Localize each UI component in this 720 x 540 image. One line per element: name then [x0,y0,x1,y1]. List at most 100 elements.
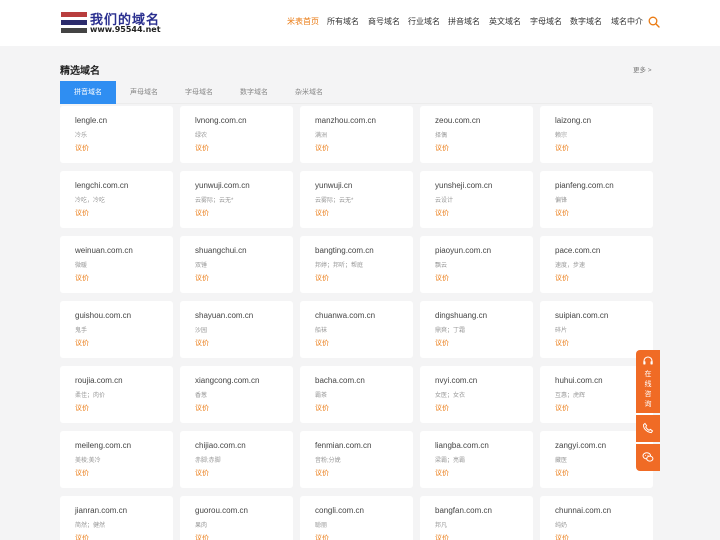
domain-price[interactable]: 议价 [435,208,449,218]
domain-price[interactable]: 议价 [555,403,569,413]
domain-name[interactable]: dingshuang.cn [435,311,487,320]
domain-price[interactable]: 议价 [315,208,329,218]
domain-card[interactable]: meileng.com.cn 美棱;美冷 议价 [60,431,173,488]
domain-name[interactable]: chunnai.com.cn [555,506,611,515]
domain-price[interactable]: 议价 [75,533,89,540]
domain-name[interactable]: pianfeng.com.cn [555,181,614,190]
domain-card[interactable]: lvnong.com.cn 绿农 议价 [180,106,293,163]
nav-letter-domains[interactable]: 字母域名 [530,16,562,30]
domain-name[interactable]: guishou.com.cn [75,311,131,320]
domain-card[interactable]: yunwuji.cn 云雾际；云无* 议价 [300,171,413,228]
domain-name[interactable]: chuanwa.com.cn [315,311,375,320]
online-consult-button[interactable]: 在 线 咨 询 [636,350,660,413]
domain-name[interactable]: huhui.com.cn [555,376,603,385]
domain-name[interactable]: pace.com.cn [555,246,600,255]
domain-name[interactable]: nvyi.com.cn [435,376,477,385]
domain-card[interactable]: congli.com.cn 聪丽 议价 [300,496,413,540]
domain-name[interactable]: meileng.com.cn [75,441,131,450]
domain-price[interactable]: 议价 [195,143,209,153]
domain-card[interactable]: manzhou.com.cn 满洲 议价 [300,106,413,163]
domain-name[interactable]: guorou.com.cn [195,506,248,515]
domain-price[interactable]: 议价 [555,533,569,540]
domain-price[interactable]: 议价 [555,468,569,478]
domain-name[interactable]: yunwuji.cn [315,181,352,190]
nav-broker[interactable]: 域名中介 [611,16,643,30]
nav-pinyin-domains[interactable]: 拼音域名 [448,16,480,30]
domain-name[interactable]: shayuan.com.cn [195,311,253,320]
search-icon[interactable] [648,16,660,28]
domain-price[interactable]: 议价 [75,338,89,348]
domain-price[interactable]: 议价 [75,403,89,413]
domain-price[interactable]: 议价 [195,533,209,540]
domain-card[interactable]: laizong.cn 赖宗 议价 [540,106,653,163]
domain-name[interactable]: bangfan.com.cn [435,506,492,515]
domain-card[interactable]: bangfan.com.cn 邦凡 议价 [420,496,533,540]
domain-card[interactable]: lengle.cn 冷乐 议价 [60,106,173,163]
domain-price[interactable]: 议价 [555,143,569,153]
domain-name[interactable]: roujia.com.cn [75,376,123,385]
more-link[interactable]: 更多 > [633,64,652,74]
domain-name[interactable]: lvnong.com.cn [195,116,247,125]
domain-name[interactable]: laizong.cn [555,116,591,125]
domain-card[interactable]: nvyi.com.cn 女医；女衣 议价 [420,366,533,423]
domain-card[interactable]: fenmian.com.cn 音粉;分娩 议价 [300,431,413,488]
domain-name[interactable]: yunsheji.com.cn [435,181,492,190]
nav-english-domains[interactable]: 英文域名 [489,16,521,30]
domain-name[interactable]: piaoyun.com.cn [435,246,491,255]
domain-price[interactable]: 议价 [75,208,89,218]
domain-price[interactable]: 议价 [195,208,209,218]
domain-card[interactable]: yunsheji.com.cn 云设计 议价 [420,171,533,228]
domain-card[interactable]: xiangcong.com.cn 香葱 议价 [180,366,293,423]
nav-brand-domains[interactable]: 商号域名 [368,16,400,30]
domain-price[interactable]: 议价 [195,273,209,283]
domain-card[interactable]: yunwuji.com.cn 云雾际；云无* 议价 [180,171,293,228]
domain-price[interactable]: 议价 [75,468,89,478]
domain-name[interactable]: jianran.com.cn [75,506,127,515]
nav-all-domains[interactable]: 所有域名 [327,16,359,30]
domain-price[interactable]: 议价 [75,143,89,153]
domain-name[interactable]: yunwuji.com.cn [195,181,250,190]
domain-name[interactable]: chijiao.com.cn [195,441,246,450]
nav-home[interactable]: 米表首页 [287,16,319,30]
domain-name[interactable]: shuangchui.cn [195,246,247,255]
domain-price[interactable]: 议价 [315,403,329,413]
domain-card[interactable]: pianfeng.com.cn 偏锋 议价 [540,171,653,228]
nav-industry-domains[interactable]: 行业域名 [408,16,440,30]
domain-card[interactable]: chuanwa.com.cn 船袜 议价 [300,301,413,358]
domain-price[interactable]: 议价 [555,338,569,348]
domain-name[interactable]: congli.com.cn [315,506,364,515]
domain-name[interactable]: fenmian.com.cn [315,441,371,450]
domain-price[interactable]: 议价 [315,338,329,348]
domain-price[interactable]: 议价 [435,468,449,478]
domain-price[interactable]: 议价 [315,533,329,540]
tab-pinyin[interactable]: 拼音域名 [60,81,116,104]
domain-price[interactable]: 议价 [195,403,209,413]
domain-name[interactable]: lengchi.com.cn [75,181,128,190]
domain-card[interactable]: dingshuang.cn 鼎爽；丁霜 议价 [420,301,533,358]
tab-mixed[interactable]: 杂米域名 [282,81,336,104]
domain-card[interactable]: guishou.com.cn 鬼手 议价 [60,301,173,358]
domain-card[interactable]: jianran.com.cn 简然；健然 议价 [60,496,173,540]
domain-card[interactable]: lengchi.com.cn 冷吃，冷吃 议价 [60,171,173,228]
domain-name[interactable]: bacha.com.cn [315,376,365,385]
domain-card[interactable]: chijiao.com.cn 赤脚;赤脚 议价 [180,431,293,488]
domain-card[interactable]: bacha.com.cn 霸茶 议价 [300,366,413,423]
domain-card[interactable]: weinuan.com.cn 微暖 议价 [60,236,173,293]
domain-name[interactable]: lengle.cn [75,116,107,125]
wechat-button[interactable] [636,444,660,471]
domain-price[interactable]: 议价 [435,273,449,283]
domain-card[interactable]: shayuan.com.cn 沙园 议价 [180,301,293,358]
domain-price[interactable]: 议价 [315,143,329,153]
domain-card[interactable]: pace.com.cn 速度，步速 议价 [540,236,653,293]
domain-price[interactable]: 议价 [435,143,449,153]
domain-price[interactable]: 议价 [555,273,569,283]
domain-name[interactable]: suipian.com.cn [555,311,608,320]
domain-card[interactable]: liangba.com.cn 梁霸；亮霸 议价 [420,431,533,488]
domain-price[interactable]: 议价 [435,338,449,348]
domain-card[interactable]: roujia.com.cn 柔佳；肉价 议价 [60,366,173,423]
domain-name[interactable]: xiangcong.com.cn [195,376,259,385]
tab-numbers[interactable]: 数字域名 [226,81,282,104]
domain-card[interactable]: suipian.com.cn 碎片 议价 [540,301,653,358]
domain-name[interactable]: zeou.com.cn [435,116,480,125]
domain-name[interactable]: bangting.com.cn [315,246,374,255]
